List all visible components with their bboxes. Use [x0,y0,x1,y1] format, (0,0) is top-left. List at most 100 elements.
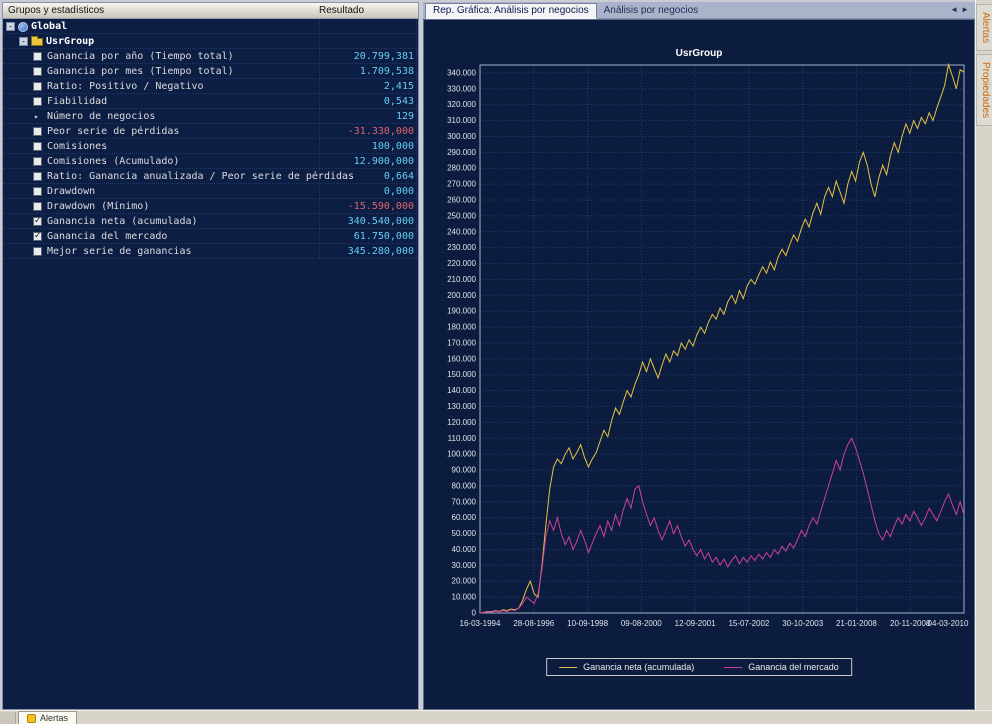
statistics-tree: -Global - UsrGroup Ganancia por año (Tiem… [3,19,418,709]
stat-label: Ganancia neta (acumulada) [47,214,198,229]
legend-line-swatch [724,667,742,668]
stat-label: Ganancia por mes (Tiempo total) [47,64,234,79]
expand-arrow-icon[interactable]: ▸ [34,109,39,124]
stat-label: Ratio: Ganancia anualizada / Peor serie … [47,169,354,184]
svg-text:110.000: 110.000 [448,434,477,443]
legend-item: Ganancia del mercado [724,662,839,672]
chart-panel: Rep. Gráfica: Análisis por negocios Anál… [423,2,975,710]
stat-label: Comisiones (Acumulado) [47,154,179,169]
svg-text:30.000: 30.000 [452,561,477,570]
svg-text:09-08-2000: 09-08-2000 [621,619,662,628]
svg-text:0: 0 [472,609,477,618]
svg-text:80.000: 80.000 [452,481,477,490]
stat-label: Comisiones [47,139,107,154]
tree-node-global[interactable]: -Global [3,19,417,34]
stat-row[interactable]: Ganancia por año (Tiempo total)20.799,38… [3,49,417,64]
svg-text:20-11-2008: 20-11-2008 [890,619,931,628]
legend-label: Ganancia neta (acumulada) [583,662,694,672]
row-checkbox[interactable] [33,202,42,211]
svg-text:04-03-2010: 04-03-2010 [928,619,969,628]
stat-row[interactable]: Comisiones (Acumulado)12.900,000 [3,154,417,169]
row-checkbox[interactable] [33,172,42,181]
svg-text:140.000: 140.000 [447,386,476,395]
global-icon [18,22,28,32]
side-tab-alertas[interactable]: Alertas [976,4,992,51]
legend-line-swatch [559,667,577,668]
row-checkbox[interactable] [33,142,42,151]
collapse-icon[interactable]: - [6,22,15,31]
row-checkbox[interactable] [33,82,42,91]
row-checkbox[interactable] [33,127,42,136]
tab-rep-grafica-analisis[interactable]: Rep. Gráfica: Análisis por negocios [425,3,597,19]
stat-label: Número de negocios [47,109,155,124]
stat-value: 100,000 [319,139,417,154]
chart-tab-bar: Rep. Gráfica: Análisis por negocios Anál… [423,2,975,19]
stat-row[interactable]: Ganancia neta (acumulada) 340.540,000 [3,214,417,229]
svg-text:170.000: 170.000 [447,339,476,348]
collapse-icon[interactable]: - [19,37,28,46]
status-corner [0,712,16,724]
svg-text:120.000: 120.000 [447,418,476,427]
svg-text:160.000: 160.000 [447,354,476,363]
svg-text:210.000: 210.000 [447,275,476,284]
stat-value: 0,000 [319,184,417,199]
row-checkbox[interactable] [33,247,42,256]
svg-text:260.000: 260.000 [447,196,476,205]
svg-text:150.000: 150.000 [447,370,476,379]
tree-node-label: UsrGroup [46,36,94,47]
svg-text:200.000: 200.000 [447,291,476,300]
stat-row[interactable]: Fiabilidad 0,543 [3,94,417,109]
stat-row[interactable]: Ratio: Positivo / Negativo2,415 [3,79,417,94]
stat-value: 340.540,000 [319,214,417,229]
side-tab-propiedades[interactable]: Propiedades [976,54,992,126]
stat-row[interactable]: Drawdown0,000 [3,184,417,199]
stat-row[interactable]: ▸Número de negocios129 [3,109,417,124]
svg-text:190.000: 190.000 [447,307,476,316]
statistics-panel: Grupos y estadísticos Resultado -Global … [2,2,419,710]
row-checkbox[interactable] [33,97,42,106]
stat-row[interactable]: Ganancia por mes (Tiempo total)1.709,538 [3,64,417,79]
stat-label: Ratio: Positivo / Negativo [47,79,204,94]
svg-text:340.000: 340.000 [447,68,476,77]
row-checkbox[interactable] [33,217,42,226]
profit-chart: 010.00020.00030.00040.00050.00060.00070.… [424,20,974,709]
tab-scroll-controls: ◄► [950,5,972,14]
stat-value: 20.799,381 [319,49,417,64]
row-checkbox[interactable] [33,52,42,61]
stat-value: -15.590,000 [319,199,417,214]
stat-row[interactable]: Comisiones 100,000 [3,139,417,154]
svg-text:180.000: 180.000 [447,323,476,332]
alertas-bottom-tab[interactable]: Alertas [18,711,77,724]
tab-analisis-por-negocios[interactable]: Análisis por negocios [597,4,706,18]
stat-label: Ganancia del mercado [47,229,167,244]
svg-text:70.000: 70.000 [452,497,477,506]
stat-label: Fiabilidad [47,94,107,109]
row-checkbox[interactable] [33,232,42,241]
value-column-spacer [319,19,417,34]
tab-scroll-left-icon[interactable]: ◄ [950,5,961,14]
stat-row[interactable]: Mejor serie de ganancias345.280,000 [3,244,417,259]
stat-value: 61.750,000 [319,229,417,244]
svg-text:10.000: 10.000 [452,593,477,602]
groups-column-header: Grupos y estadísticos [8,5,104,16]
stat-row[interactable]: Drawdown (Mínimo)-15.590,000 [3,199,417,214]
svg-text:40.000: 40.000 [452,545,477,554]
stat-row[interactable]: Ratio: Ganancia anualizada / Peor serie … [3,169,417,184]
folder-icon [31,38,43,46]
tree-node-usrgroup[interactable]: - UsrGroup [3,34,417,49]
value-column-spacer [319,34,417,49]
stat-label: Mejor serie de ganancias [47,244,192,259]
svg-text:90.000: 90.000 [452,466,477,475]
row-checkbox[interactable] [33,187,42,196]
row-checkbox[interactable] [33,157,42,166]
stat-row[interactable]: Ganancia del mercado 61.750,000 [3,229,417,244]
stat-value: 0,543 [319,94,417,109]
svg-text:310.000: 310.000 [447,116,476,125]
svg-text:12-09-2001: 12-09-2001 [675,619,716,628]
legend-label: Ganancia del mercado [748,662,839,672]
row-checkbox[interactable] [33,67,42,76]
svg-text:30-10-2003: 30-10-2003 [782,619,823,628]
tab-scroll-right-icon[interactable]: ► [961,5,972,14]
svg-text:320.000: 320.000 [447,100,476,109]
stat-row[interactable]: Peor serie de pérdidas-31.330,000 [3,124,417,139]
